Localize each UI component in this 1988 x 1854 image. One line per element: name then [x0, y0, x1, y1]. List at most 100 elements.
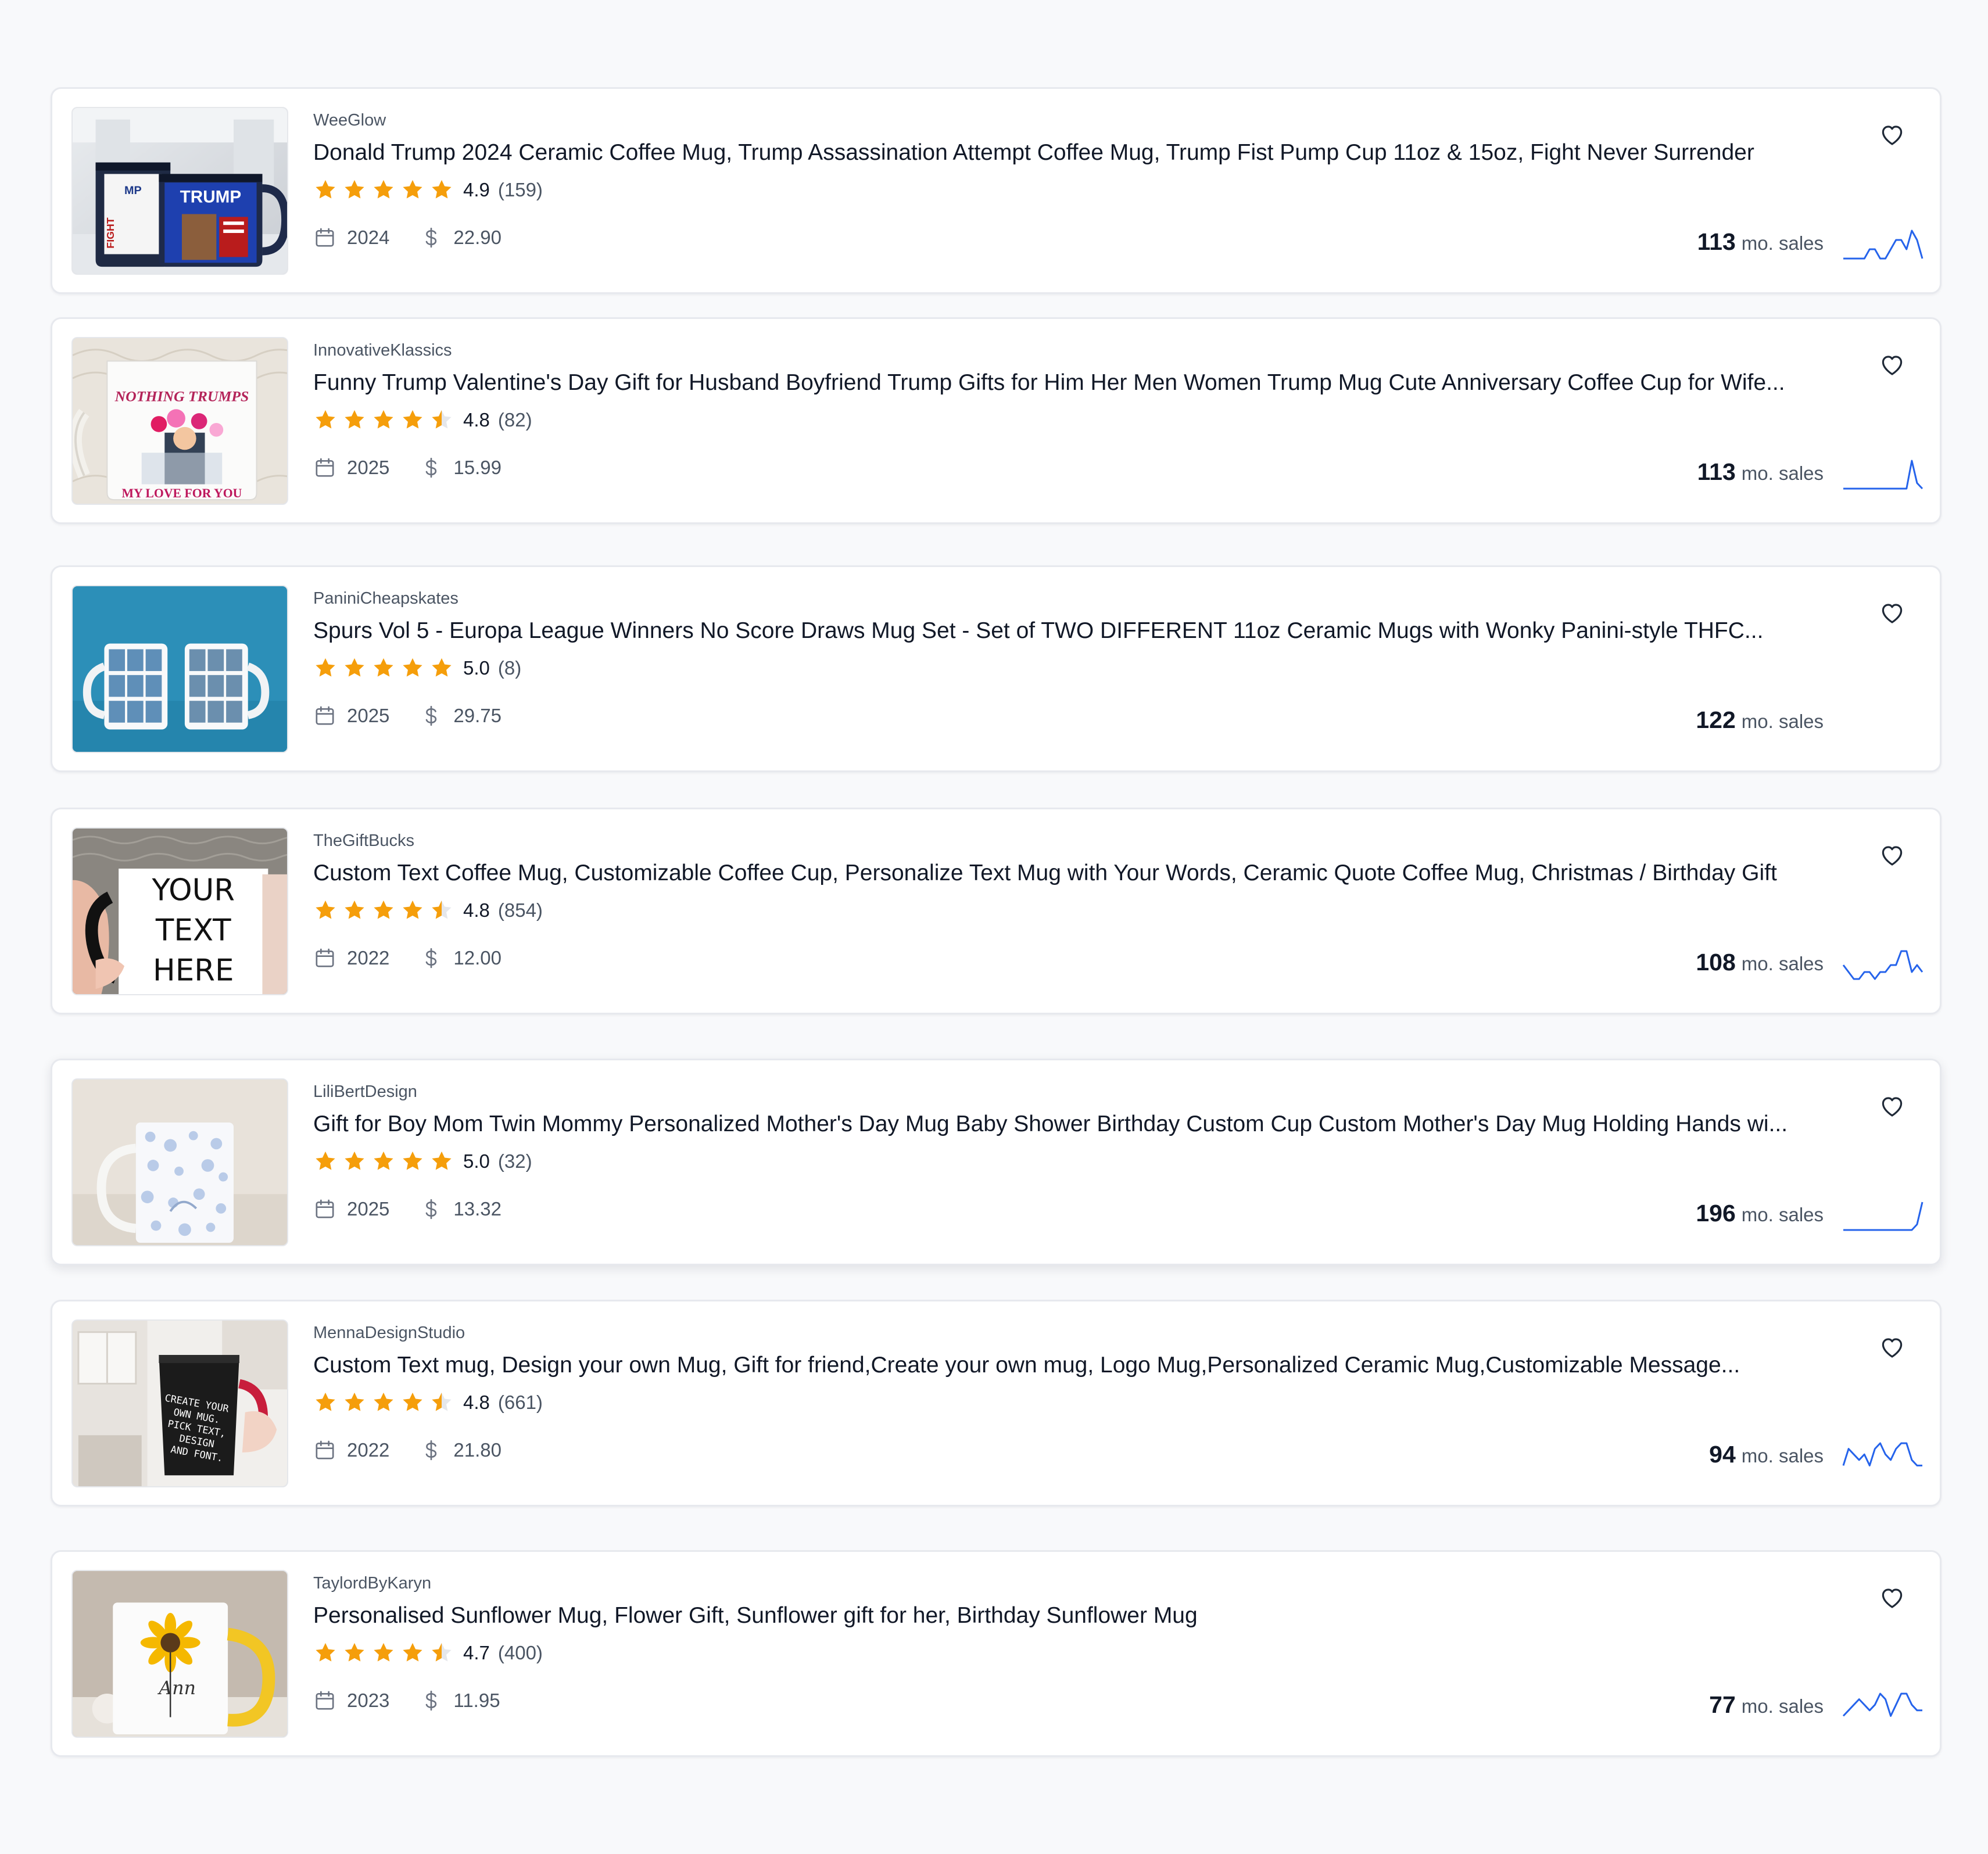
product-title[interactable]: Gift for Boy Mom Twin Mommy Personalized…	[313, 1110, 1894, 1138]
product-card[interactable]: LiliBertDesign Gift for Boy Mom Twin Mom…	[51, 1059, 1942, 1265]
product-image[interactable]: Ann	[71, 1570, 288, 1738]
sales-sparkline	[1843, 229, 1923, 260]
monthly-sales-label: mo. sales	[1741, 1695, 1824, 1717]
star-rating	[313, 1390, 459, 1415]
product-image[interactable]: YOUR TEXT HERE	[71, 827, 288, 995]
monthly-sales-label: mo. sales	[1741, 232, 1824, 254]
monthly-sales-count: 77	[1709, 1691, 1736, 1718]
star-icon	[432, 1643, 452, 1662]
sales-sparkline	[1843, 1202, 1923, 1231]
star-icon	[374, 658, 393, 677]
star-rating	[313, 178, 459, 202]
review-count: (32)	[497, 1150, 532, 1172]
product-title[interactable]: Funny Trump Valentine's Day Gift for Hus…	[313, 369, 1894, 397]
sales-sparkline	[1842, 1442, 1922, 1466]
calendar-icon	[316, 1199, 334, 1218]
meta-row: 2025 13.32	[313, 1195, 1894, 1223]
heart-icon[interactable]	[1878, 1583, 1906, 1611]
calendar-icon	[316, 948, 334, 967]
product-title[interactable]: Spurs Vol 5 - Europa League Winners No S…	[313, 617, 1894, 645]
monthly-sales: 113 mo. sales	[1697, 458, 1824, 487]
monthly-sales: 77 mo. sales	[1709, 1691, 1824, 1720]
shop-name[interactable]: TaylordByKaryn	[313, 1573, 1894, 1594]
heart-icon[interactable]	[1878, 841, 1906, 869]
product-card[interactable]: CREATE YOUR OWN MUG. PICK TEXT, DESIGN A…	[51, 1300, 1942, 1507]
trump-mugs-photo: MP FIGHT TRUMP	[73, 108, 287, 274]
star-icon	[374, 1392, 393, 1411]
monthly-sales: 122 mo. sales	[1696, 707, 1824, 736]
floral-mothers-day-mug-photo	[73, 1080, 287, 1245]
product-title[interactable]: Donald Trump 2024 Ceramic Coffee Mug, Tr…	[313, 139, 1894, 167]
product-price: 22.90	[453, 227, 502, 248]
heart-icon[interactable]	[1878, 350, 1906, 378]
shop-name[interactable]: MennaDesignStudio	[313, 1322, 1894, 1343]
shop-name[interactable]: TheGiftBucks	[313, 830, 1894, 851]
product-title[interactable]: Custom Text mug, Design your own Mug, Gi…	[313, 1351, 1894, 1379]
star-rating	[313, 656, 459, 680]
rating-row: 4.8 (854)	[313, 896, 1894, 924]
shop-name[interactable]: WeeGlow	[313, 110, 1894, 131]
review-count: (159)	[497, 179, 543, 200]
star-icon	[316, 1151, 335, 1170]
monthly-sales-count: 108	[1696, 949, 1736, 976]
product-title[interactable]: Custom Text Coffee Mug, Customizable Cof…	[313, 859, 1894, 887]
product-image[interactable]: MP FIGHT TRUMP	[71, 107, 288, 275]
review-count: (8)	[497, 657, 522, 679]
product-image[interactable]: CREATE YOUR OWN MUG. PICK TEXT, DESIGN A…	[71, 1319, 288, 1487]
monthly-sales-count: 113	[1697, 458, 1736, 485]
meta-row: 2022 12.00	[313, 944, 1894, 972]
heart-icon[interactable]	[1878, 120, 1906, 148]
sparkline-line	[1842, 1442, 1922, 1466]
listing-year: 2025	[347, 1198, 390, 1220]
dollar-icon	[426, 1199, 437, 1220]
dollar-icon	[426, 705, 437, 726]
rating-value: 5.0	[463, 657, 490, 679]
mug-text-line: TEXT	[155, 913, 231, 948]
star-icon	[403, 658, 422, 677]
rating-row: 4.9 (159)	[313, 176, 1894, 204]
product-card[interactable]: NOTHING TRUMPS MY LOVE FOR YOU Innovativ…	[51, 317, 1942, 524]
monthly-sales-count: 94	[1709, 1441, 1736, 1468]
star-icon	[345, 1643, 364, 1662]
rating-value: 4.8	[463, 409, 490, 431]
star-icon	[432, 410, 452, 429]
dollar-icon	[426, 227, 437, 248]
product-price: 13.32	[453, 1198, 502, 1220]
review-count: (400)	[497, 1642, 543, 1663]
product-title[interactable]: Personalised Sunflower Mug, Flower Gift,…	[313, 1602, 1894, 1630]
product-image[interactable]	[71, 585, 288, 753]
listing-year: 2023	[347, 1690, 390, 1711]
valentine-trump-mug-photo: NOTHING TRUMPS MY LOVE FOR YOU	[73, 338, 287, 504]
calendar-icon	[316, 706, 334, 725]
listing-year: 2022	[347, 947, 390, 969]
heart-icon[interactable]	[1878, 598, 1906, 626]
star-icon	[403, 1392, 422, 1411]
star-icon	[345, 180, 364, 199]
star-icon	[403, 1643, 422, 1662]
shop-name[interactable]: LiliBertDesign	[313, 1081, 1894, 1102]
meta-row: 2022 21.80	[313, 1436, 1894, 1464]
star-rating	[313, 1641, 459, 1665]
product-image[interactable]: NOTHING TRUMPS MY LOVE FOR YOU	[71, 337, 288, 505]
shop-name[interactable]: InnovativeKlassics	[313, 340, 1894, 361]
star-rating	[313, 408, 459, 432]
product-card[interactable]: PaniniCheapskates Spurs Vol 5 - Europa L…	[51, 565, 1942, 772]
shop-name[interactable]: PaniniCheapskates	[313, 588, 1894, 609]
listing-year: 2025	[347, 705, 390, 726]
listing-year: 2025	[347, 457, 390, 478]
monthly-sales-label: mo. sales	[1741, 711, 1824, 732]
product-image[interactable]	[71, 1078, 288, 1246]
product-card[interactable]: Ann TaylordByKaryn Personalised Sunflowe…	[51, 1550, 1942, 1757]
your-text-here-mug-photo: YOUR TEXT HERE	[73, 829, 287, 994]
sales-sparkline	[1842, 950, 1923, 980]
star-icon	[432, 1392, 452, 1411]
star-icon	[432, 180, 452, 199]
product-price: 15.99	[453, 457, 502, 478]
product-card[interactable]: YOUR TEXT HERE TheGiftBucks Custom Text …	[51, 808, 1942, 1014]
heart-icon[interactable]	[1878, 1333, 1906, 1361]
rating-value: 4.7	[463, 1642, 490, 1663]
heart-icon[interactable]	[1878, 1092, 1906, 1120]
product-card[interactable]: MP FIGHT TRUMP WeeGlow Donald Trump 2024…	[51, 87, 1942, 294]
dollar-icon	[426, 1440, 437, 1461]
dollar-icon	[426, 457, 437, 478]
